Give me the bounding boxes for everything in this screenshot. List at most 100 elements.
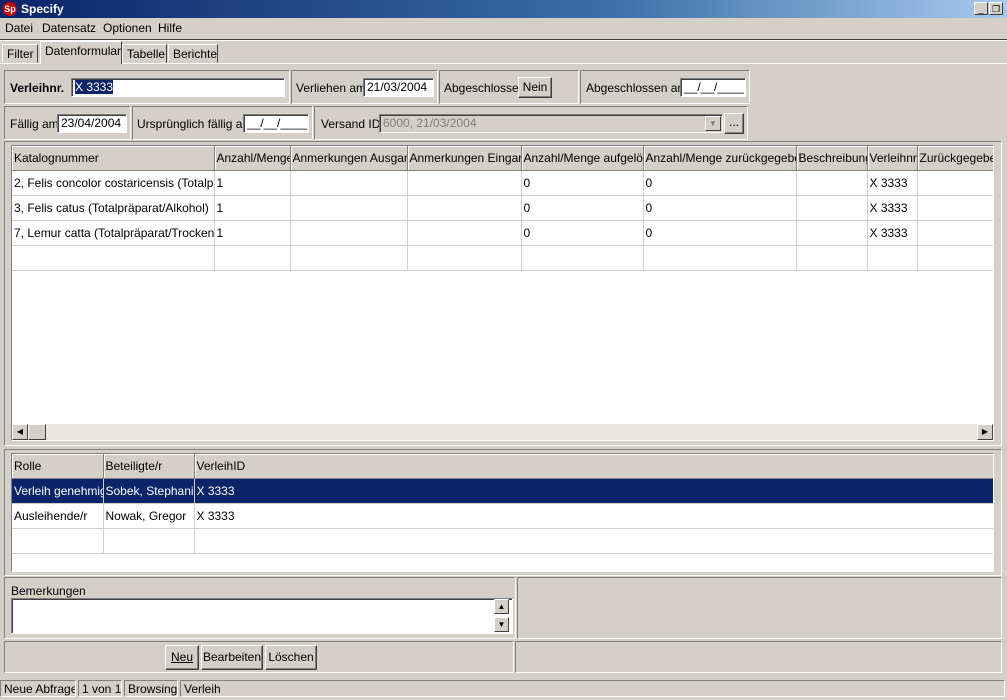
minimize-icon[interactable]: _ bbox=[974, 2, 988, 15]
table-cell[interactable] bbox=[917, 220, 993, 246]
table-cell[interactable] bbox=[407, 195, 522, 221]
scroll-thumb[interactable] bbox=[28, 424, 46, 440]
table-cell[interactable]: 0 bbox=[521, 220, 644, 246]
scroll-right-icon[interactable]: ▶ bbox=[977, 424, 993, 440]
table-cell[interactable] bbox=[12, 528, 104, 554]
table-cell[interactable]: Sobek, Stephanie bbox=[103, 478, 195, 504]
table-cell[interactable] bbox=[290, 220, 408, 246]
restore-icon[interactable]: ❐ bbox=[989, 2, 1003, 15]
table-cell[interactable]: 3, Felis catus (Totalpräparat/Alkohol) bbox=[12, 195, 215, 221]
table-cell[interactable]: Nowak, Gregor bbox=[103, 503, 195, 529]
table-cell[interactable]: X 3333 bbox=[867, 170, 918, 196]
urspr-input[interactable]: __/__/____ bbox=[243, 114, 309, 133]
col-header[interactable]: VerleihID bbox=[194, 454, 993, 479]
table-row[interactable]: 2, Felis concolor costaricensis (Totalpr… bbox=[12, 170, 993, 196]
menu-bar: Datei Datensatz Optionen Hilfe bbox=[0, 18, 1007, 39]
chevron-down-icon[interactable]: ▼ bbox=[705, 116, 721, 131]
menu-datei[interactable]: Datei bbox=[5, 21, 33, 35]
table-cell[interactable]: X 3333 bbox=[194, 478, 993, 504]
table-cell[interactable]: 2, Felis concolor costaricensis (Totalpr… bbox=[12, 170, 215, 196]
table-cell[interactable]: 0 bbox=[643, 220, 797, 246]
table-cell[interactable] bbox=[194, 528, 993, 554]
table-cell[interactable]: X 3333 bbox=[867, 195, 918, 221]
table-cell[interactable] bbox=[214, 245, 291, 271]
table-cell[interactable] bbox=[290, 195, 408, 221]
versand-select[interactable]: 6000, 21/03/2004 bbox=[379, 114, 723, 133]
table-cell[interactable]: 0 bbox=[521, 170, 644, 196]
col-header[interactable]: Anzahl/Menge bbox=[214, 146, 291, 171]
table-cell[interactable] bbox=[290, 245, 408, 271]
verleihnr-input[interactable]: X 3333 bbox=[71, 78, 285, 97]
menu-hilfe[interactable]: Hilfe bbox=[158, 21, 182, 35]
verleihnr-label: Verleihnr. bbox=[10, 81, 65, 95]
table-cell[interactable] bbox=[407, 170, 522, 196]
table-cell[interactable]: 7, Lemur catta (Totalpräparat/Trocken) bbox=[12, 220, 215, 246]
versand-more-button[interactable]: ... bbox=[724, 113, 744, 134]
tab-filter[interactable]: Filter bbox=[2, 44, 38, 63]
col-header[interactable]: Verleihnr. bbox=[867, 146, 918, 171]
table-cell[interactable]: 0 bbox=[643, 195, 797, 221]
verleihnr-value: X 3333 bbox=[75, 80, 114, 94]
scroll-left-icon[interactable]: ◀ bbox=[12, 424, 28, 440]
tab-tabelle[interactable]: Tabelle bbox=[122, 44, 167, 63]
abgeschlossen-am-input[interactable]: __/__/____ bbox=[680, 78, 746, 97]
table-cell[interactable]: 1 bbox=[214, 170, 291, 196]
col-header[interactable]: Anzahl/Menge aufgelöst bbox=[521, 146, 644, 171]
scroll-up-icon[interactable]: ▲ bbox=[494, 599, 509, 614]
table-row[interactable]: 7, Lemur catta (Totalpräparat/Trocken) 1… bbox=[12, 220, 993, 246]
table-cell[interactable] bbox=[796, 195, 868, 221]
urspr-panel: Ursprünglich fällig am __/__/____ bbox=[132, 106, 313, 140]
verliehen-panel: Verliehen am 21/03/2004 bbox=[291, 70, 438, 104]
table-cell[interactable] bbox=[917, 245, 993, 271]
menu-datensatz[interactable]: Datensatz bbox=[42, 21, 96, 35]
table-row[interactable]: 3, Felis catus (Totalpräparat/Alkohol) 1… bbox=[12, 195, 993, 221]
table-cell[interactable]: X 3333 bbox=[867, 220, 918, 246]
table-cell[interactable] bbox=[103, 528, 195, 554]
table-row-selected[interactable]: Verleih genehmigt Sobek, Stephanie X 333… bbox=[12, 478, 993, 504]
table-cell[interactable]: 0 bbox=[643, 170, 797, 196]
table-row[interactable] bbox=[12, 528, 993, 554]
table-cell[interactable] bbox=[407, 245, 522, 271]
items-hscrollbar[interactable] bbox=[12, 424, 993, 440]
remarks-textarea[interactable] bbox=[11, 598, 513, 634]
col-header[interactable]: Anmerkungen Eingang bbox=[407, 146, 522, 171]
verleihnr-panel: Verleihnr. X 3333 bbox=[4, 70, 290, 104]
table-cell[interactable]: X 3333 bbox=[194, 503, 993, 529]
table-row[interactable]: Ausleihende/r Nowak, Gregor X 3333 bbox=[12, 503, 993, 529]
table-cell[interactable] bbox=[796, 245, 868, 271]
edit-button[interactable]: Bearbeiten bbox=[201, 645, 263, 670]
table-cell[interactable] bbox=[796, 170, 868, 196]
col-header[interactable]: Beschreibung bbox=[796, 146, 868, 171]
table-cell[interactable] bbox=[867, 245, 918, 271]
col-header[interactable]: Anmerkungen Ausgang bbox=[290, 146, 408, 171]
table-cell[interactable] bbox=[643, 245, 797, 271]
scroll-down-icon[interactable]: ▼ bbox=[494, 617, 509, 632]
table-row[interactable] bbox=[12, 245, 993, 271]
table-cell[interactable] bbox=[917, 170, 993, 196]
table-cell[interactable] bbox=[796, 220, 868, 246]
col-header[interactable]: Katalognummer bbox=[12, 146, 215, 171]
tab-berichte[interactable]: Berichte bbox=[168, 44, 218, 63]
col-header[interactable]: Beteiligte/r bbox=[103, 454, 195, 479]
new-button[interactable]: Neu bbox=[165, 645, 199, 670]
col-header[interactable]: Anzahl/Menge zurückgegeben bbox=[643, 146, 797, 171]
col-header[interactable]: Zurückgegeben bbox=[917, 146, 993, 171]
table-cell[interactable]: 1 bbox=[214, 195, 291, 221]
table-cell[interactable]: 1 bbox=[214, 220, 291, 246]
table-cell[interactable] bbox=[521, 245, 644, 271]
verliehen-input[interactable]: 21/03/2004 bbox=[363, 78, 434, 97]
col-header[interactable]: Rolle bbox=[12, 454, 104, 479]
delete-button[interactable]: Löschen bbox=[265, 645, 317, 670]
table-cell[interactable] bbox=[917, 195, 993, 221]
abgeschlossen-button[interactable]: Nein bbox=[518, 77, 552, 98]
table-cell[interactable] bbox=[290, 170, 408, 196]
verliehen-label: Verliehen am bbox=[296, 81, 367, 95]
table-cell[interactable] bbox=[12, 245, 215, 271]
table-cell[interactable]: Ausleihende/r bbox=[12, 503, 104, 529]
table-cell[interactable] bbox=[407, 220, 522, 246]
table-cell[interactable]: Verleih genehmigt bbox=[12, 478, 104, 504]
table-cell[interactable]: 0 bbox=[521, 195, 644, 221]
menu-optionen[interactable]: Optionen bbox=[103, 21, 152, 35]
tab-datenformular[interactable]: Datenformular bbox=[40, 41, 122, 64]
faellig-input[interactable]: 23/04/2004 bbox=[57, 114, 127, 133]
